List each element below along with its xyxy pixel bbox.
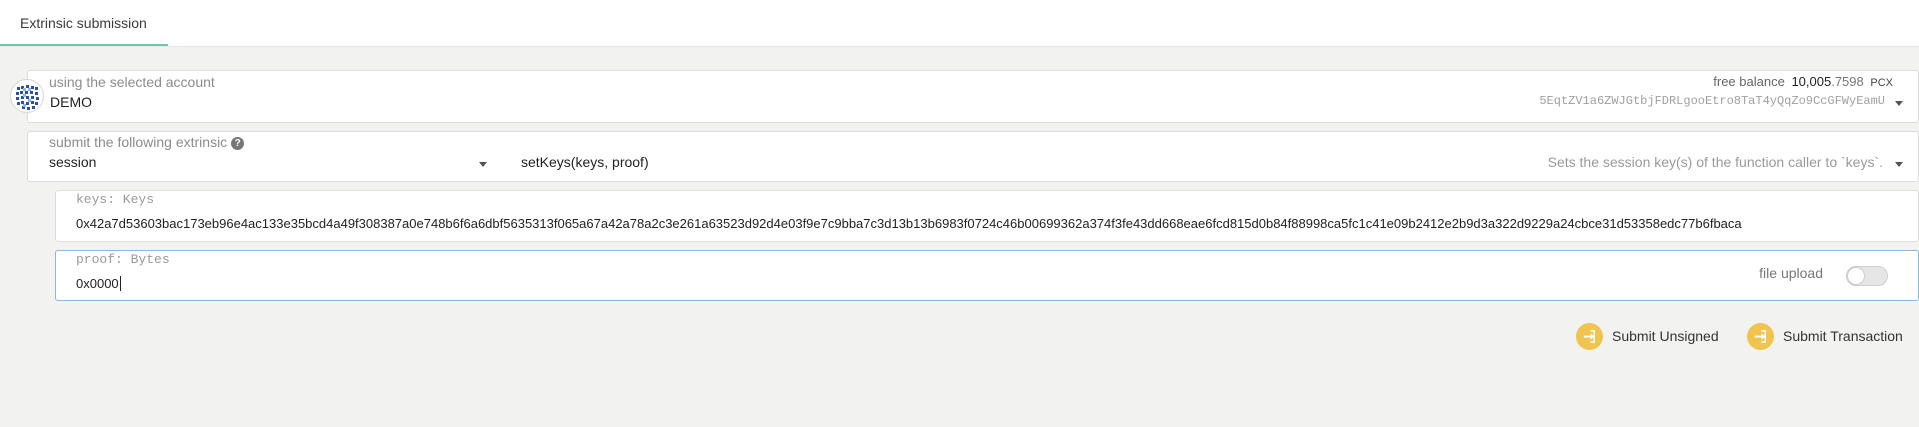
account-identicon-icon	[10, 79, 44, 113]
param-proof: proof: Bytes 0x0000 file upload	[55, 250, 1919, 301]
free-balance-unit: PCX	[1870, 77, 1893, 89]
submit-transaction-button[interactable]: Submit Transaction	[1747, 322, 1903, 350]
free-balance-whole: 10,005	[1791, 74, 1832, 89]
free-balance-label: free balance	[1713, 74, 1785, 89]
free-balance-decimal: .7598	[1831, 74, 1864, 89]
sign-in-icon	[1747, 322, 1774, 350]
account-address: 5EqtZV1a6ZWJGtbjFDRLgooEtro8TaT4yQqZo9Cc…	[1539, 94, 1885, 108]
submit-transaction-label: Submit Transaction	[1783, 328, 1903, 344]
method-chevron-down-icon[interactable]	[1895, 162, 1903, 167]
sign-in-icon	[1576, 322, 1603, 350]
param-proof-label: proof: Bytes	[76, 252, 170, 267]
proof-input[interactable]: 0x0000	[76, 276, 121, 291]
chevron-down-icon[interactable]	[1895, 101, 1903, 106]
extrinsic-selector: submit the following extrinsic? session …	[27, 131, 1919, 182]
submit-unsigned-button[interactable]: Submit Unsigned	[1576, 322, 1719, 350]
param-keys-label: keys: Keys	[76, 192, 155, 207]
account-label: using the selected account	[49, 74, 215, 90]
file-upload-toggle[interactable]	[1846, 266, 1888, 286]
param-keys: keys: Keys 0x42a7d53603bac173eb96e4ac133…	[55, 190, 1919, 242]
toggle-knob	[1848, 268, 1864, 284]
module-chevron-down-icon[interactable]	[479, 162, 487, 167]
file-upload-label: file upload	[1759, 265, 1823, 281]
account-name: DEMO	[50, 94, 92, 110]
extrinsic-label: submit the following extrinsic?	[49, 134, 245, 150]
question-circle-icon[interactable]: ?	[231, 137, 245, 150]
method-select[interactable]: setKeys(keys, proof)	[521, 154, 649, 170]
top-tab-bar: Extrinsic submission	[0, 0, 1919, 47]
tab-extrinsic-submission[interactable]: Extrinsic submission	[0, 0, 168, 46]
keys-input[interactable]: 0x42a7d53603bac173eb96e4ac133e35bcd4a49f…	[76, 216, 1916, 231]
account-selector[interactable]: using the selected account DEMO free bal…	[27, 70, 1919, 123]
module-select[interactable]: session	[49, 154, 96, 170]
method-description: Sets the session key(s) of the function …	[1547, 154, 1883, 170]
free-balance: free balance 10,005.7598 PCX	[1713, 74, 1893, 89]
submit-unsigned-label: Submit Unsigned	[1612, 328, 1719, 344]
